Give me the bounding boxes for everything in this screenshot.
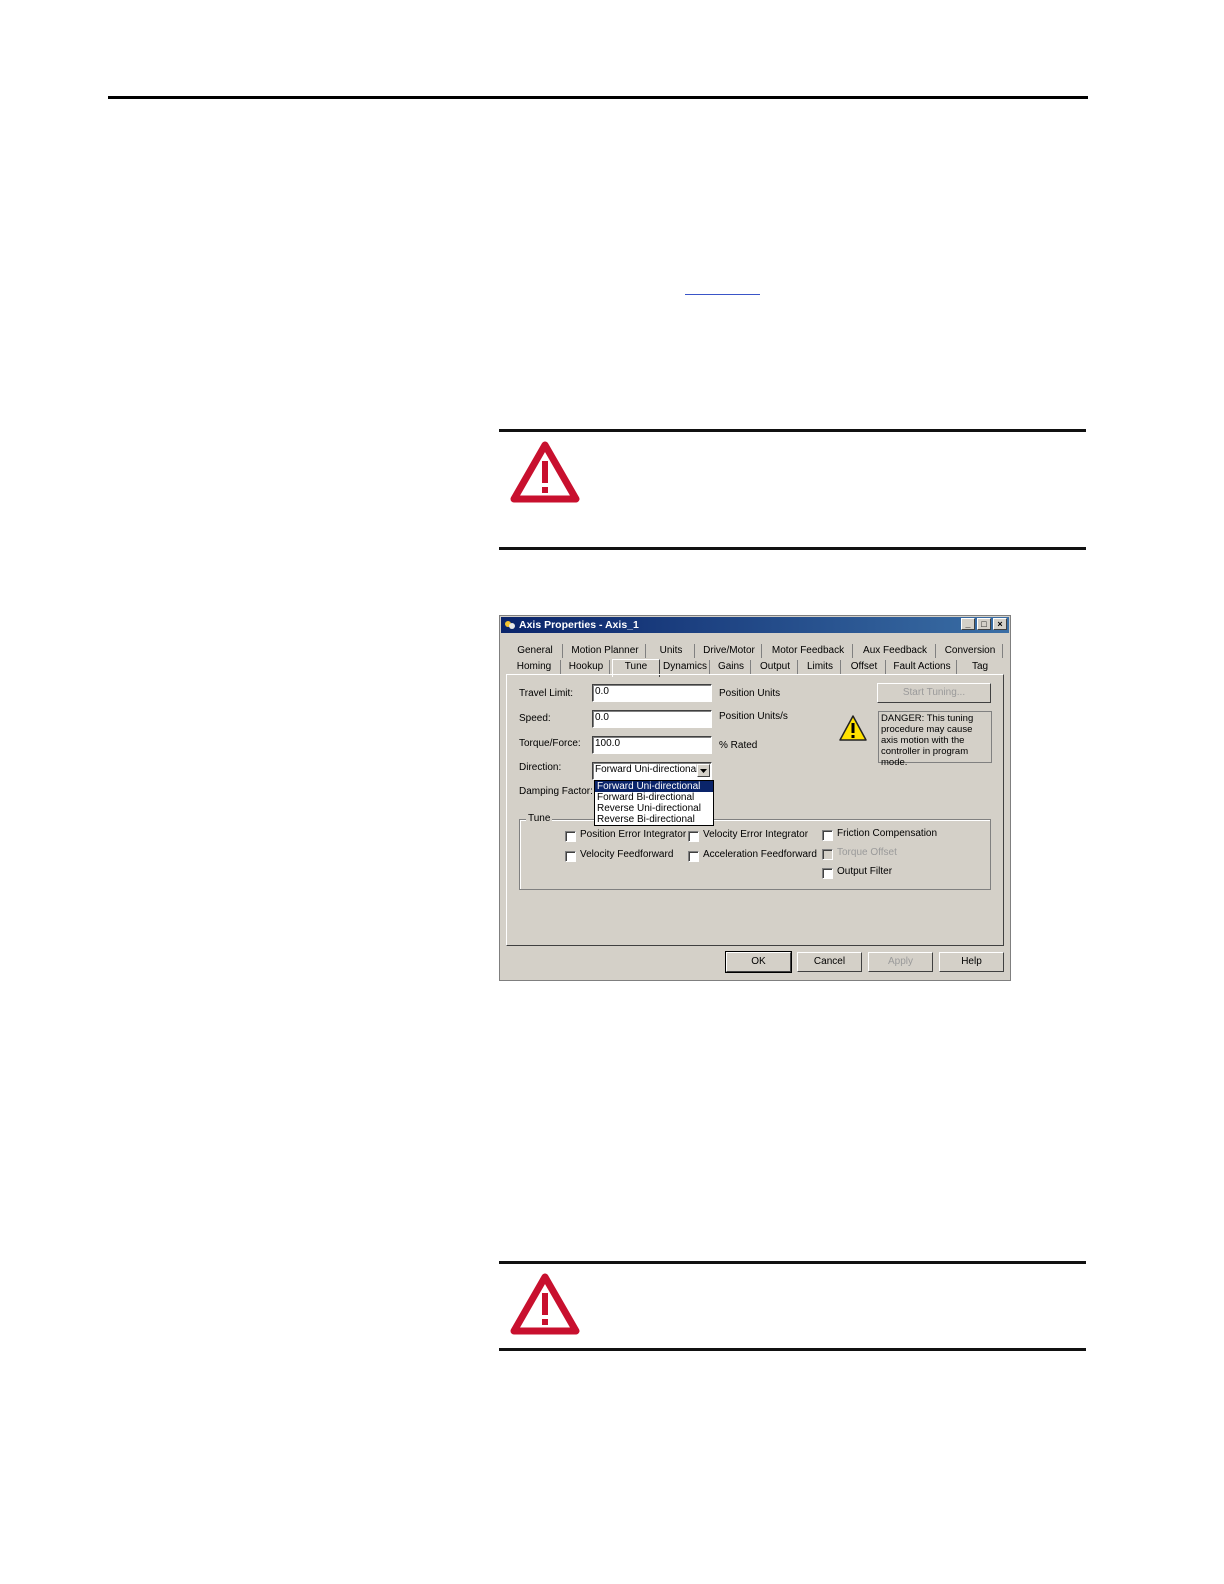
torque-offset-checkbox[interactable] <box>822 849 833 860</box>
attention-rule-bottom-2 <box>499 1348 1086 1351</box>
tab-dynamics[interactable]: Dynamics <box>661 660 710 674</box>
cancel-button[interactable]: Cancel <box>797 952 862 972</box>
torque-force-units: % Rated <box>719 740 758 751</box>
position-error-integrator-checkbox[interactable] <box>565 831 576 842</box>
velocity-feedforward-label: Velocity Feedforward <box>580 849 674 860</box>
tab-row-1: General Motion Planner Units Drive/Motor… <box>508 644 1004 658</box>
axis-properties-dialog: Axis Properties - Axis_1 _ □ × General M… <box>499 615 1011 981</box>
warning-triangle-icon <box>510 1273 580 1335</box>
direction-option-forward-uni[interactable]: Forward Uni-directional <box>595 781 713 792</box>
tab-drive-motor[interactable]: Drive/Motor <box>697 644 762 658</box>
tab-offset[interactable]: Offset <box>843 660 886 674</box>
ok-button[interactable]: OK <box>725 951 792 973</box>
attention-block-2 <box>499 1261 1086 1353</box>
maximize-button[interactable]: □ <box>977 618 991 630</box>
title-bar[interactable]: Axis Properties - Axis_1 _ □ × <box>501 617 1009 633</box>
speed-units: Position Units/s <box>719 711 788 722</box>
tune-group-label: Tune <box>526 813 553 824</box>
tab-aux-feedback[interactable]: Aux Feedback <box>855 644 936 658</box>
warning-triangle-icon <box>510 441 580 503</box>
danger-message: DANGER: This tuning procedure may cause … <box>878 711 992 768</box>
direction-option-reverse-bi[interactable]: Reverse Bi-directional <box>595 814 713 825</box>
direction-label: Direction: <box>519 762 562 773</box>
close-button[interactable]: × <box>993 618 1007 630</box>
direction-dropdown-list: Forward Uni-directional Forward Bi-direc… <box>594 780 714 826</box>
output-filter-label: Output Filter <box>837 866 893 877</box>
tab-fault-actions[interactable]: Fault Actions <box>888 660 957 674</box>
speed-label: Speed: <box>519 713 551 724</box>
travel-limit-units: Position Units <box>719 688 781 699</box>
tab-output[interactable]: Output <box>753 660 798 674</box>
travel-limit-input[interactable]: 0.0 <box>592 684 712 702</box>
velocity-feedforward-checkbox[interactable] <box>565 851 576 862</box>
attention-rule-top-2 <box>499 1261 1086 1264</box>
speed-input[interactable]: 0.0 <box>592 710 712 728</box>
velocity-error-integrator-checkbox[interactable] <box>688 831 699 842</box>
direction-option-reverse-uni[interactable]: Reverse Uni-directional <box>595 803 713 814</box>
tab-row-2: Homing Hookup Tune Dynamics Gains Output… <box>508 659 1004 677</box>
acceleration-feedforward-label: Acceleration Feedforward <box>703 849 817 860</box>
dialog-title: Axis Properties - Axis_1 <box>519 619 639 631</box>
torque-force-label: Torque/Force: <box>519 738 581 749</box>
tab-motion-planner[interactable]: Motion Planner <box>565 644 646 658</box>
direction-select[interactable]: Forward Uni-directional <box>592 762 712 780</box>
tab-motor-feedback[interactable]: Motor Feedback <box>764 644 853 658</box>
tab-tag[interactable]: Tag <box>959 660 1001 674</box>
torque-force-input[interactable]: 100.0 <box>592 736 712 754</box>
friction-compensation-checkbox[interactable] <box>822 830 833 841</box>
help-button[interactable]: Help <box>939 952 1004 972</box>
attention-rule-top <box>499 429 1086 432</box>
tab-gains[interactable]: Gains <box>712 660 751 674</box>
attention-block-1 <box>499 429 1086 551</box>
apply-button[interactable]: Apply <box>868 952 933 972</box>
page-top-rule <box>108 96 1088 99</box>
tab-homing[interactable]: Homing <box>508 660 561 674</box>
hyperlink-underline[interactable] <box>685 294 760 295</box>
friction-compensation-label: Friction Compensation <box>837 828 938 839</box>
attention-rule-bottom <box>499 547 1086 550</box>
dropdown-button[interactable] <box>697 764 710 777</box>
direction-option-forward-bi[interactable]: Forward Bi-directional <box>595 792 713 803</box>
direction-selected-value: Forward Uni-directional <box>595 764 699 775</box>
tab-units[interactable]: Units <box>648 644 695 658</box>
output-filter-checkbox[interactable] <box>822 868 833 879</box>
tab-hookup[interactable]: Hookup <box>563 660 610 674</box>
start-tuning-button[interactable]: Start Tuning... <box>877 683 991 703</box>
caution-icon <box>839 715 867 741</box>
acceleration-feedforward-checkbox[interactable] <box>688 851 699 862</box>
chevron-down-icon <box>700 769 707 773</box>
tab-conversion[interactable]: Conversion <box>938 644 1003 658</box>
minimize-button[interactable]: _ <box>961 618 975 630</box>
tab-limits[interactable]: Limits <box>800 660 841 674</box>
damping-factor-label: Damping Factor: <box>519 786 593 797</box>
velocity-error-integrator-label: Velocity Error Integrator <box>703 829 809 840</box>
torque-offset-label: Torque Offset <box>837 847 897 858</box>
position-error-integrator-label: Position Error Integrator <box>580 829 687 840</box>
app-icon <box>505 621 515 629</box>
travel-limit-label: Travel Limit: <box>519 688 574 699</box>
tab-general[interactable]: General <box>508 644 563 658</box>
